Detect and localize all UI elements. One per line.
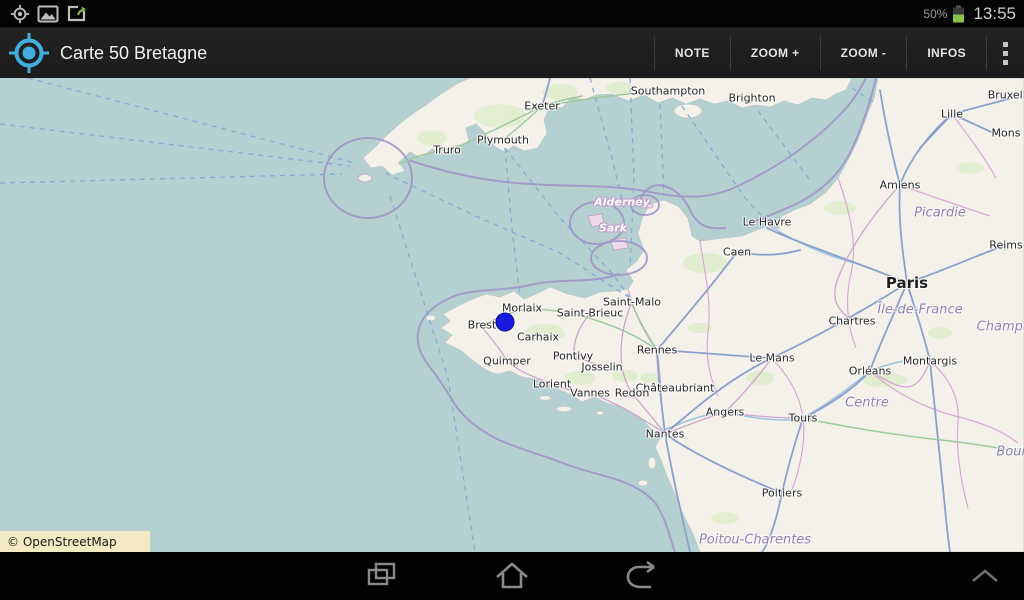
map-label-centre: Centre (845, 396, 889, 411)
screenshot-icon (66, 4, 88, 24)
map-label-redon: Redon (615, 387, 650, 400)
map-label-sark: Sark (599, 222, 627, 235)
overflow-menu-icon[interactable] (987, 28, 1024, 78)
map-label-ch-teaubriant: Châteaubriant (636, 382, 715, 395)
map-label-le-mans: Le Mans (749, 352, 794, 365)
map-label-reims: Reims (989, 239, 1022, 252)
map-label-quimper: Quimper (483, 355, 531, 368)
map-label-poitou-charentes: Poitou-Charentes (699, 533, 811, 548)
location-icon (10, 4, 30, 24)
map-view[interactable]: Exeter Southampton Brighton Plymouth Truro Br… (0, 78, 1024, 552)
navigation-bar (0, 552, 1024, 600)
map-label-saint-malo: Saint-Malo (603, 296, 661, 309)
map-label-lorient: Lorient (533, 378, 571, 391)
map-label-poitiers: Poitiers (762, 487, 802, 500)
map-label-exeter: Exeter (524, 100, 560, 113)
status-indicators: 50% 13:55 (923, 4, 1024, 24)
map-label-bruxelles: Bruxelles (988, 89, 1024, 102)
map-label-vannes: Vannes (570, 387, 610, 400)
map-label-caen: Caen (723, 246, 751, 259)
battery-icon (952, 4, 965, 24)
status-icons (0, 4, 88, 24)
map-label-tours: Tours (789, 412, 818, 425)
map-label-picardie: Picardie (914, 206, 966, 221)
map-label-orl-ans: Orléans (849, 365, 891, 378)
zoom-out-button[interactable]: ZOOM - (821, 28, 907, 78)
map-label-montargis: Montargis (903, 355, 957, 368)
clock: 13:55 (973, 4, 1016, 24)
status-bar: 50% 13:55 (0, 0, 1024, 28)
gps-target-icon (8, 32, 50, 74)
map-label-carhaix: Carhaix (517, 331, 559, 344)
osm-attribution: © OpenStreetMap (0, 531, 150, 552)
map-label-paris: Paris (886, 274, 928, 292)
map-label-mons: Mons (992, 127, 1021, 140)
map-label-plymouth: Plymouth (477, 134, 529, 147)
map-label--le-de-france: Île-de-France (877, 303, 962, 318)
map-label-lille: Lille (941, 108, 963, 121)
recents-icon[interactable] (337, 552, 427, 600)
zoom-in-button[interactable]: ZOOM + (731, 28, 820, 78)
map-label-brest: Brest (468, 319, 497, 332)
action-bar: Carte 50 Bretagne NOTE ZOOM + ZOOM - INF… (0, 28, 1024, 78)
map-label-josselin: Josselin (581, 361, 622, 374)
note-button[interactable]: NOTE (655, 28, 730, 78)
map-label-pontivy: Pontivy (553, 350, 593, 363)
map-label-truro: Truro (433, 144, 461, 157)
action-buttons: NOTE ZOOM + ZOOM - INFOS (654, 28, 1024, 78)
map-label-southampton: Southampton (631, 85, 705, 98)
map-label-rennes: Rennes (637, 344, 677, 357)
map-label-champagne: Champagne (977, 320, 1024, 335)
android-screen: 50% 13:55 Carte 50 Bretagne NOTE ZOOM + (0, 0, 1024, 600)
location-marker (496, 313, 515, 332)
map-label-nantes: Nantes (646, 428, 685, 441)
map-label-chartres: Chartres (828, 315, 875, 328)
gallery-icon (37, 4, 59, 24)
map-label-bourgogne: Bourgogne (996, 445, 1024, 460)
map-label-le-havre: Le Havre (743, 216, 792, 229)
infos-button[interactable]: INFOS (907, 28, 986, 78)
map-label-angers: Angers (706, 406, 745, 419)
map-label-alderney: Alderney (594, 196, 650, 209)
chevron-up-icon[interactable] (940, 552, 1024, 600)
map-label-amiens: Amiens (880, 179, 921, 192)
page-title: Carte 50 Bretagne (60, 43, 207, 64)
back-icon[interactable] (596, 552, 686, 600)
home-icon[interactable] (467, 552, 557, 600)
battery-percent: 50% (923, 7, 947, 21)
map-label-saint-brieuc: Saint-Brieuc (557, 307, 624, 320)
map-label-brighton: Brighton (728, 92, 775, 105)
